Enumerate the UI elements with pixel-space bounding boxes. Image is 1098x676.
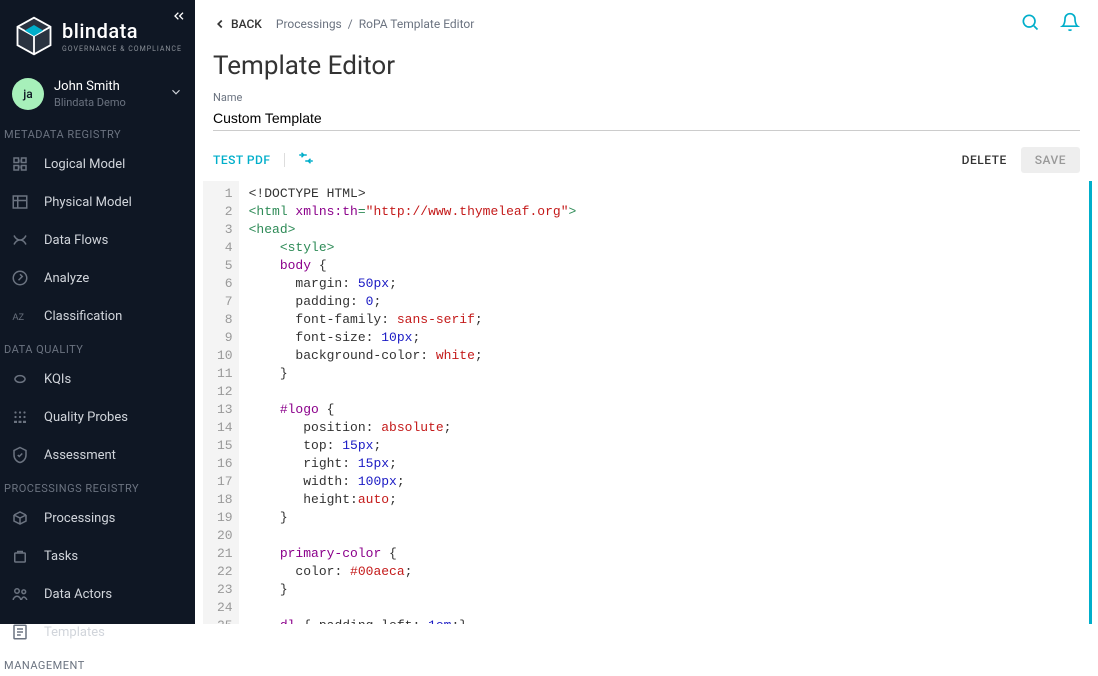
nav-label: Templates	[44, 625, 105, 640]
nav-label: Data Flows	[44, 233, 108, 248]
sidebar: blindata GOVERNANCE & COMPLIANCE ja John…	[0, 0, 195, 624]
nav-icon	[10, 268, 30, 288]
nav-icon	[10, 546, 30, 566]
nav-label: Tasks	[44, 549, 78, 564]
nav-label: Logical Model	[44, 157, 125, 172]
topbar: BACK Processings / RoPA Template Editor	[195, 0, 1098, 45]
svg-text:AZ: AZ	[13, 312, 25, 322]
nav-icon	[10, 154, 30, 174]
sidebar-item-logical-model[interactable]: Logical Model	[0, 145, 195, 183]
nav-icon	[10, 445, 30, 465]
bell-icon[interactable]	[1060, 12, 1080, 35]
sidebar-item-data-flows[interactable]: Data Flows	[0, 221, 195, 259]
nav-icon	[10, 369, 30, 389]
code-area[interactable]: <!DOCTYPE HTML><html xmlns:th="http://ww…	[239, 181, 1089, 624]
sidebar-item-templates[interactable]: Templates	[0, 613, 195, 651]
search-icon[interactable]	[1020, 12, 1040, 35]
nav-icon	[10, 407, 30, 427]
nav-section-label: METADATA REGISTRY	[0, 120, 195, 145]
sidebar-item-classification[interactable]: AZ Classification	[0, 297, 195, 335]
sidebar-item-kqis[interactable]: KQIs	[0, 360, 195, 398]
name-input[interactable]	[213, 106, 1080, 131]
back-label: BACK	[231, 17, 262, 31]
test-pdf-button[interactable]: TEST PDF	[213, 153, 285, 167]
nav-label: Analyze	[44, 271, 89, 286]
nav-icon	[10, 622, 30, 642]
chevron-down-icon	[169, 85, 183, 103]
nav-icon: AZ	[10, 306, 30, 326]
user-menu[interactable]: ja John Smith Blindata Demo	[0, 68, 195, 120]
code-editor[interactable]: 1234567891011121314151617181920212223242…	[203, 181, 1092, 624]
nav-section-label: MANAGEMENT	[0, 651, 195, 676]
nav-label: Classification	[44, 309, 122, 324]
sidebar-item-tasks[interactable]: Tasks	[0, 537, 195, 575]
collapse-sidebar-icon[interactable]	[171, 8, 187, 28]
nav-icon	[10, 192, 30, 212]
page-title: Template Editor	[195, 45, 1098, 91]
sidebar-item-analyze[interactable]: Analyze	[0, 259, 195, 297]
back-button[interactable]: BACK	[213, 17, 262, 31]
nav-label: Quality Probes	[44, 410, 128, 425]
brand-mark-icon	[12, 14, 56, 58]
nav-icon	[10, 230, 30, 250]
nav-label: Physical Model	[44, 195, 132, 210]
nav-label: Processings	[44, 511, 115, 526]
brand-logo[interactable]: blindata GOVERNANCE & COMPLIANCE	[0, 0, 195, 68]
save-button[interactable]: SAVE	[1021, 147, 1080, 173]
nav-section-label: PROCESSINGS REGISTRY	[0, 474, 195, 499]
sidebar-item-quality-probes[interactable]: Quality Probes	[0, 398, 195, 436]
name-label: Name	[213, 91, 1080, 104]
sidebar-item-data-actors[interactable]: Data Actors	[0, 575, 195, 613]
nav-label: KQIs	[44, 372, 71, 387]
nav-icon	[10, 584, 30, 604]
brand-name: blindata	[62, 19, 182, 43]
sidebar-item-assessment[interactable]: Assessment	[0, 436, 195, 474]
brand-tagline: GOVERNANCE & COMPLIANCE	[62, 45, 182, 53]
sidebar-item-physical-model[interactable]: Physical Model	[0, 183, 195, 221]
sidebar-item-processings[interactable]: Processings	[0, 499, 195, 537]
nav-section-label: DATA QUALITY	[0, 335, 195, 360]
main-content: BACK Processings / RoPA Template Editor …	[195, 0, 1098, 624]
breadcrumb-parent[interactable]: Processings	[276, 17, 342, 31]
nav-icon	[10, 508, 30, 528]
avatar: ja	[12, 78, 44, 110]
format-button[interactable]	[297, 149, 315, 171]
user-org: Blindata Demo	[54, 96, 169, 109]
nav-label: Data Actors	[44, 587, 112, 602]
delete-button[interactable]: DELETE	[948, 147, 1021, 173]
line-gutter: 1234567891011121314151617181920212223242…	[203, 181, 239, 624]
breadcrumb-current: RoPA Template Editor	[359, 17, 475, 31]
nav-label: Assessment	[44, 448, 116, 463]
editor-toolbar: TEST PDF DELETE SAVE	[195, 137, 1098, 181]
user-name: John Smith	[54, 79, 169, 94]
